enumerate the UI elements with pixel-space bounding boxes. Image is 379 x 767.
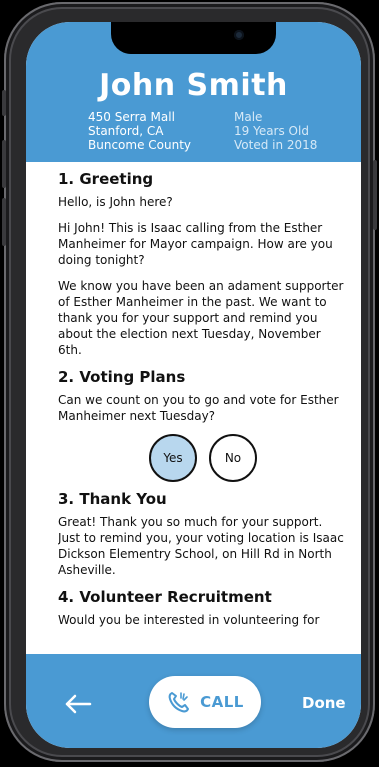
no-button[interactable]: No: [209, 434, 257, 482]
contact-demographics: Male 19 Years Old Voted in 2018: [234, 110, 317, 152]
county: Buncome County: [88, 138, 192, 152]
section-heading: 4. Volunteer Recruitment: [58, 588, 272, 606]
phone-side-button: [2, 140, 6, 188]
script-line: Hi John! This is Isaac calling from the …: [58, 221, 333, 267]
voting-question: Can we count on you to go and vote for E…: [58, 393, 339, 423]
greeting-section: 1. Greeting Hello, is John here? Hi John…: [58, 170, 348, 358]
volunteer-section: 4. Volunteer Recruitment Would you be in…: [58, 588, 348, 628]
call-script[interactable]: 1. Greeting Hello, is John here? Hi John…: [58, 170, 348, 654]
address-line-2: Stanford, CA: [88, 124, 164, 138]
address-line-1: 450 Serra Mall: [88, 110, 175, 124]
voting-plans-section: 2. Voting Plans Can we count on you to g…: [58, 368, 348, 482]
phone-screen: John Smith 450 Serra Mall Stanford, CA B…: [26, 22, 361, 748]
contact-address: 450 Serra Mall Stanford, CA Buncome Coun…: [88, 110, 191, 152]
age: 19 Years Old: [234, 124, 309, 138]
call-button[interactable]: CALL: [149, 676, 261, 728]
phone-frame: John Smith 450 Serra Mall Stanford, CA B…: [2, 2, 377, 762]
script-line: Hello, is John here?: [58, 195, 173, 209]
thank-you-section: 3. Thank You Great! Thank you so much fo…: [58, 490, 348, 578]
voting-history: Voted in 2018: [234, 138, 318, 152]
phone-side-button: [373, 160, 377, 230]
section-heading: 3. Thank You: [58, 490, 167, 508]
gender: Male: [234, 110, 263, 124]
script-line: Great! Thank you so much for your suppor…: [58, 515, 344, 577]
notch: [111, 22, 276, 54]
done-button[interactable]: Done: [302, 694, 346, 712]
answer-choices: Yes No: [58, 434, 348, 482]
yes-button[interactable]: Yes: [149, 434, 197, 482]
bottom-action-bar: CALL Done: [26, 654, 361, 748]
call-label: CALL: [200, 693, 244, 711]
arrow-left-icon[interactable]: [64, 694, 92, 714]
camera-icon: [234, 30, 244, 40]
section-heading: 1. Greeting: [58, 170, 154, 188]
phone-icon: [168, 692, 190, 713]
script-line: Would you be interested in volunteering …: [58, 613, 320, 627]
script-line: We know you have been an adament support…: [58, 279, 344, 357]
phone-side-button: [2, 90, 6, 116]
phone-side-button: [2, 198, 6, 246]
section-heading: 2. Voting Plans: [58, 368, 186, 386]
contact-name: John Smith: [99, 68, 288, 103]
